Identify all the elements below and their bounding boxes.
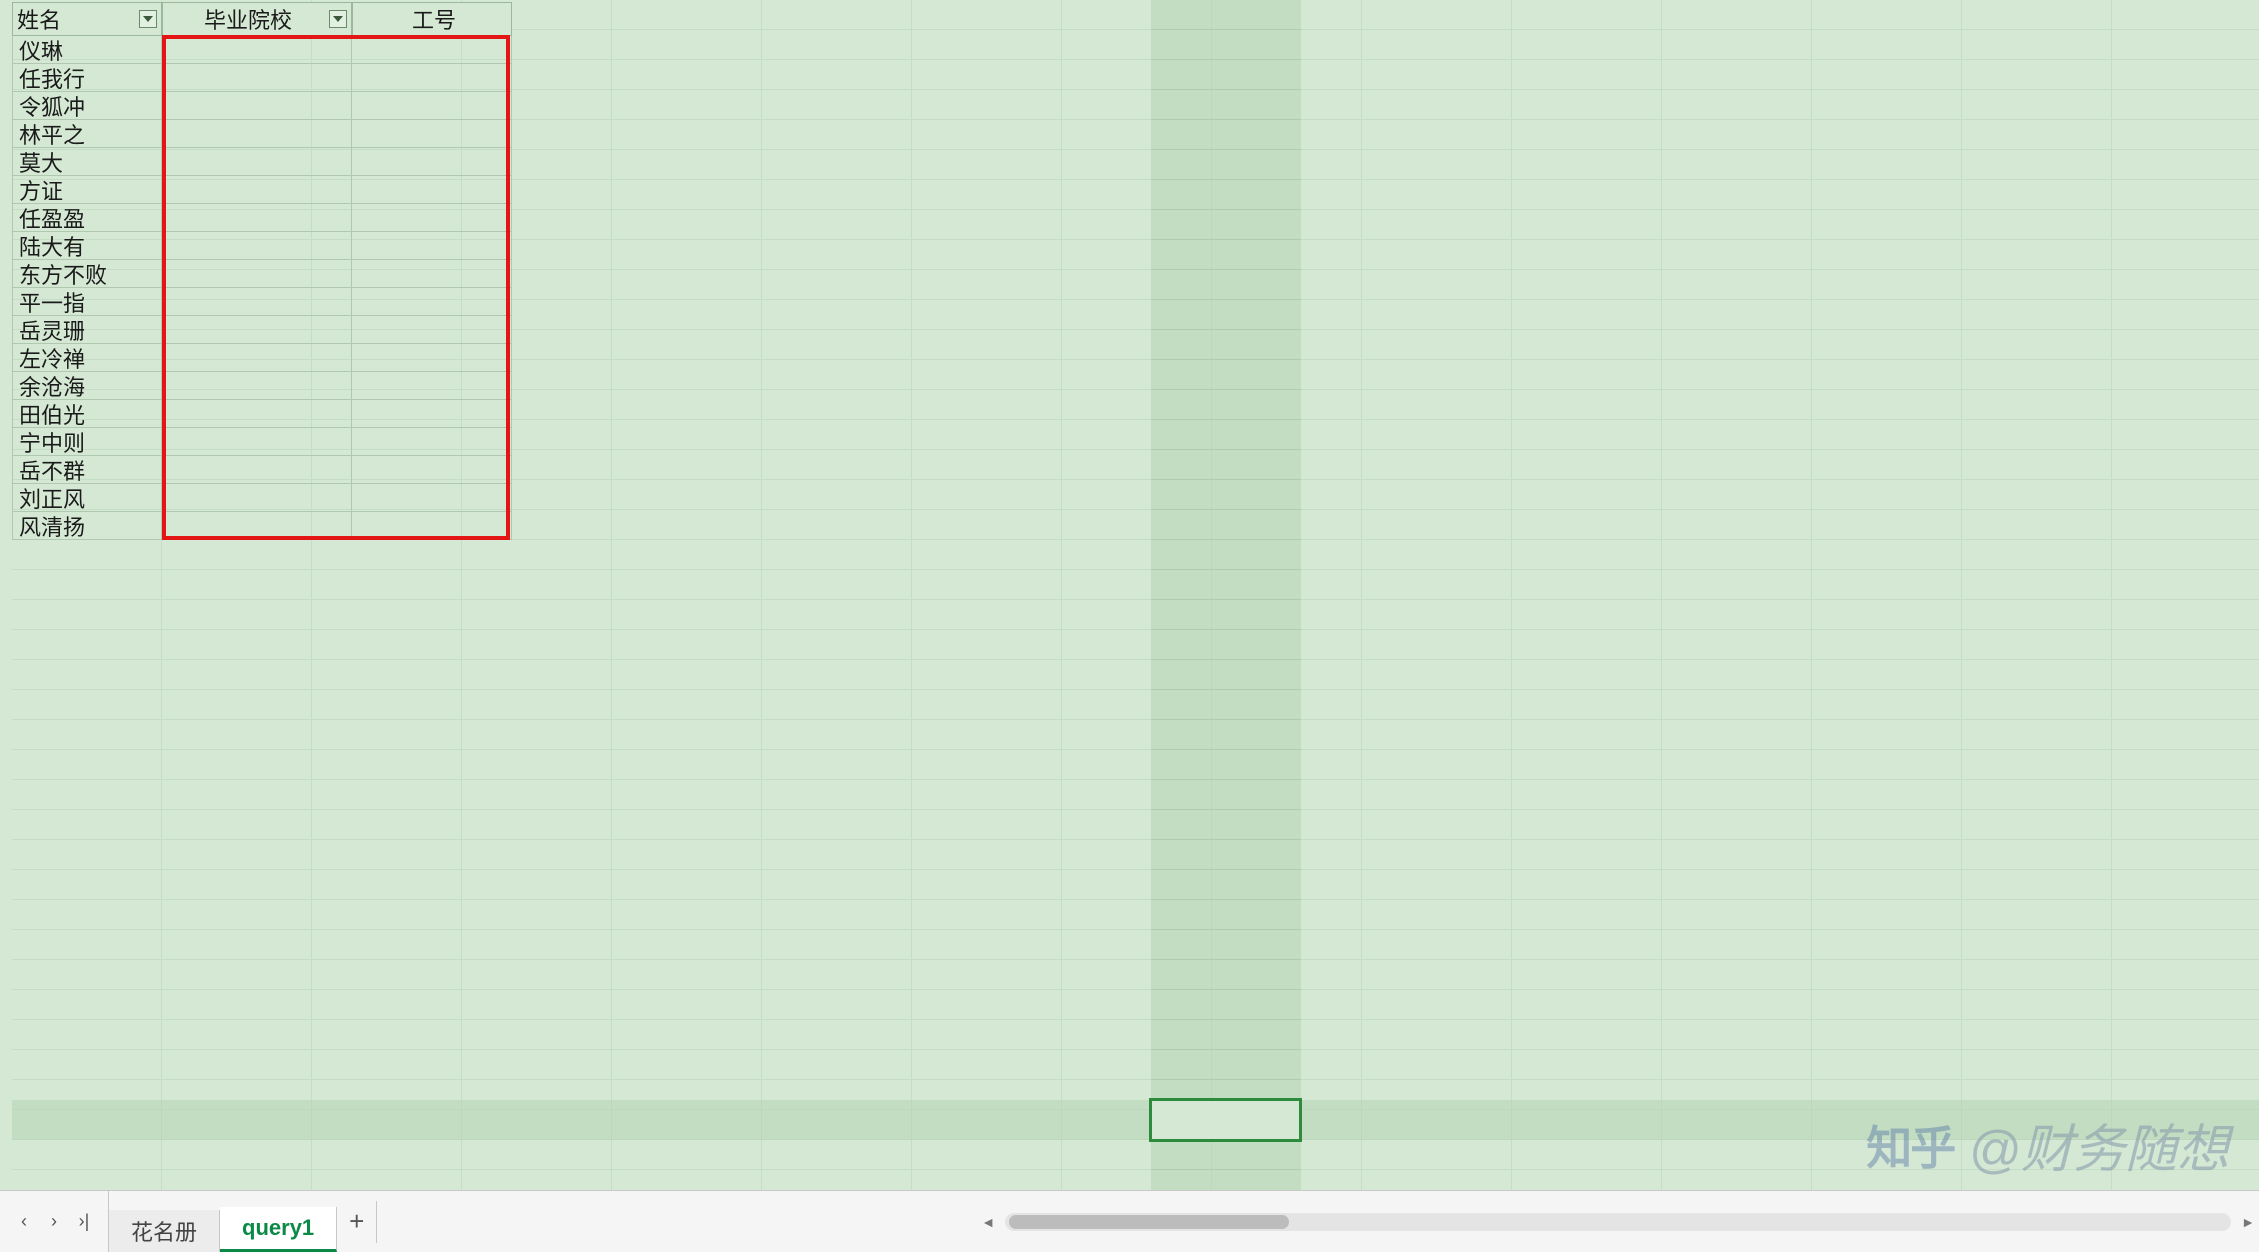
school-cell[interactable] (162, 316, 352, 344)
id-cell[interactable] (352, 456, 512, 484)
school-cell[interactable] (162, 36, 352, 64)
name-cell[interactable]: 东方不败 (12, 260, 162, 288)
name-cell[interactable]: 陆大有 (12, 232, 162, 260)
sheet-nav-next[interactable]: › (40, 1208, 68, 1236)
id-cell[interactable] (352, 400, 512, 428)
column-header-label: 姓名 (13, 3, 139, 35)
id-cell[interactable] (352, 512, 512, 540)
name-cell[interactable]: 任我行 (12, 64, 162, 92)
add-sheet-button[interactable]: + (337, 1201, 377, 1243)
school-cell[interactable] (162, 484, 352, 512)
name-cell[interactable]: 刘正风 (12, 484, 162, 512)
name-cell[interactable]: 平一指 (12, 288, 162, 316)
hscroll-right-icon[interactable]: ► (2237, 1211, 2259, 1233)
name-cell[interactable]: 林平之 (12, 120, 162, 148)
name-cell[interactable]: 仪琳 (12, 36, 162, 64)
sheet-tab-query1[interactable]: query1 (220, 1207, 337, 1252)
school-cell[interactable] (162, 148, 352, 176)
column-header-1[interactable]: 毕业院校 (162, 2, 352, 36)
id-cell[interactable] (352, 316, 512, 344)
name-cell[interactable]: 田伯光 (12, 400, 162, 428)
filter-dropdown-icon[interactable] (329, 10, 347, 28)
hscroll-track[interactable] (1005, 1213, 2231, 1231)
id-cell[interactable] (352, 288, 512, 316)
school-cell[interactable] (162, 232, 352, 260)
active-cell[interactable] (1149, 1098, 1302, 1142)
row-header-gutter (0, 0, 12, 1190)
id-cell[interactable] (352, 120, 512, 148)
school-cell[interactable] (162, 512, 352, 540)
sheet-tab-花名册[interactable]: 花名册 (109, 1210, 220, 1252)
name-cell[interactable]: 左冷禅 (12, 344, 162, 372)
id-cell[interactable] (352, 92, 512, 120)
horizontal-scroll-area: ◄ ► (377, 1191, 2259, 1252)
school-cell[interactable] (162, 120, 352, 148)
sheet-tabs: 花名册query1 (109, 1191, 337, 1252)
name-cell[interactable]: 方证 (12, 176, 162, 204)
sheet-tab-bar: ‹ › ›| 花名册query1 + ◄ ► (0, 1190, 2259, 1252)
column-header-0[interactable]: 姓名 (12, 2, 162, 36)
id-cell[interactable] (352, 428, 512, 456)
id-cell[interactable] (352, 148, 512, 176)
name-cell[interactable]: 令狐冲 (12, 92, 162, 120)
column-header-label: 毕业院校 (163, 3, 329, 35)
name-cell[interactable]: 岳灵珊 (12, 316, 162, 344)
school-cell[interactable] (162, 64, 352, 92)
id-cell[interactable] (352, 344, 512, 372)
name-cell[interactable]: 余沧海 (12, 372, 162, 400)
zhihu-logo: 知乎 (1866, 1112, 1954, 1178)
id-cell[interactable] (352, 64, 512, 92)
school-cell[interactable] (162, 176, 352, 204)
school-cell[interactable] (162, 92, 352, 120)
column-header-label: 工号 (353, 3, 511, 35)
school-cell[interactable] (162, 372, 352, 400)
hscroll-left-icon[interactable]: ◄ (977, 1211, 999, 1233)
sheet-nav-last[interactable]: ›| (70, 1208, 98, 1236)
school-cell[interactable] (162, 428, 352, 456)
watermark-text: @财务随想 (1968, 1107, 2229, 1182)
id-cell[interactable] (352, 484, 512, 512)
hscroll-thumb[interactable] (1009, 1215, 1289, 1229)
id-cell[interactable] (352, 260, 512, 288)
id-cell[interactable] (352, 232, 512, 260)
school-cell[interactable] (162, 204, 352, 232)
name-cell[interactable]: 岳不群 (12, 456, 162, 484)
school-cell[interactable] (162, 344, 352, 372)
name-cell[interactable]: 风清扬 (12, 512, 162, 540)
column-header-2[interactable]: 工号 (352, 2, 512, 36)
id-cell[interactable] (352, 176, 512, 204)
school-cell[interactable] (162, 288, 352, 316)
sheet-nav-buttons: ‹ › ›| (0, 1191, 109, 1252)
id-cell[interactable] (352, 372, 512, 400)
name-cell[interactable]: 宁中则 (12, 428, 162, 456)
school-cell[interactable] (162, 260, 352, 288)
sheet-nav-prev[interactable]: ‹ (10, 1208, 38, 1236)
id-cell[interactable] (352, 36, 512, 64)
school-cell[interactable] (162, 456, 352, 484)
filter-dropdown-icon[interactable] (139, 10, 157, 28)
school-cell[interactable] (162, 400, 352, 428)
watermark: 知乎 @财务随想 (1866, 1107, 2229, 1182)
name-cell[interactable]: 莫大 (12, 148, 162, 176)
name-cell[interactable]: 任盈盈 (12, 204, 162, 232)
id-cell[interactable] (352, 204, 512, 232)
spreadsheet-grid[interactable]: 姓名毕业院校工号 仪琳任我行令狐冲林平之莫大方证任盈盈陆大有东方不败平一指岳灵珊… (0, 0, 2259, 1190)
